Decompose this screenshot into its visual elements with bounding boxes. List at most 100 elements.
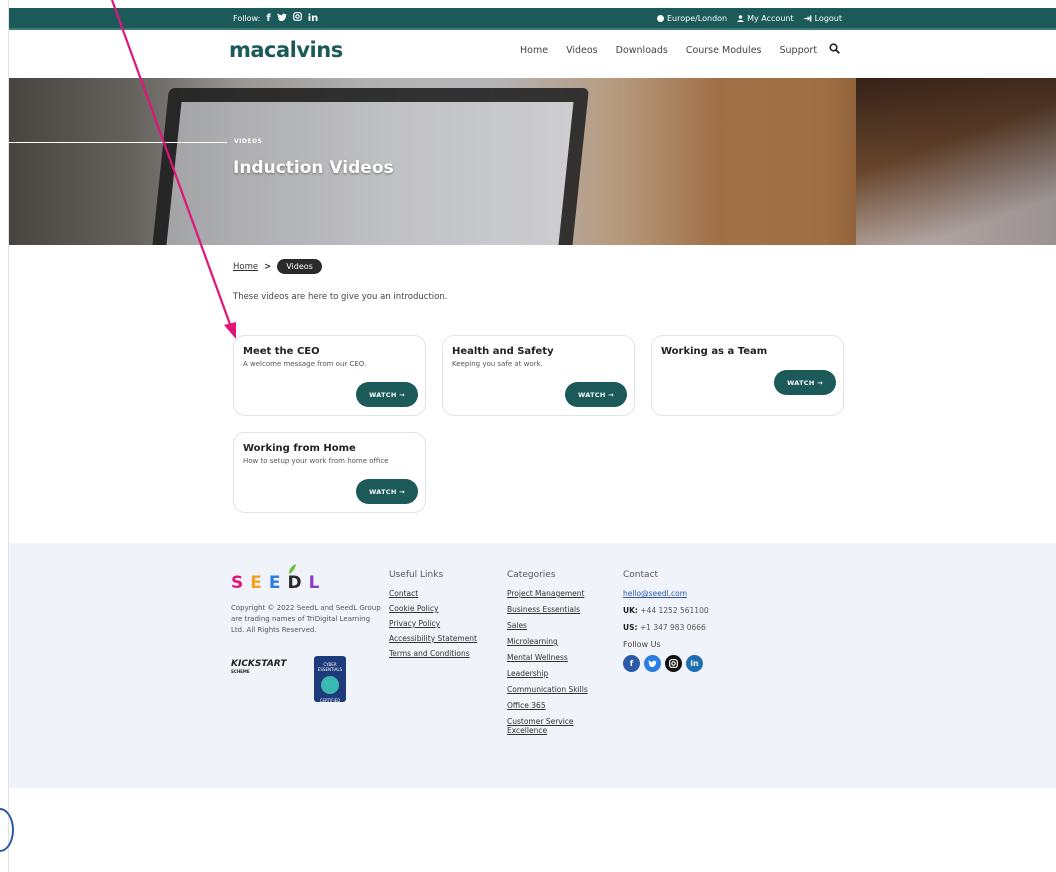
seedl-letter: E bbox=[268, 573, 288, 593]
contact-phone-uk[interactable]: UK: +44 1252 561100 bbox=[623, 606, 709, 615]
footer-heading: Contact bbox=[623, 570, 659, 580]
card-subtitle: Keeping you safe at work. bbox=[452, 360, 543, 368]
seedl-logo[interactable]: SEEDL bbox=[231, 573, 326, 593]
category-link[interactable]: Mental Wellness bbox=[507, 653, 607, 662]
instagram-icon[interactable] bbox=[292, 12, 302, 24]
card-subtitle: How to setup your work from home office bbox=[243, 457, 389, 465]
category-link[interactable]: Leadership bbox=[507, 669, 607, 678]
footer-link-contact[interactable]: Contact bbox=[389, 589, 477, 598]
cyber-essentials-certified: CERTIFIED bbox=[319, 698, 341, 703]
category-link[interactable]: Office 365 bbox=[507, 701, 607, 710]
category-link[interactable]: Sales bbox=[507, 621, 607, 630]
contact-email[interactable]: hello@seedl.com bbox=[623, 589, 709, 598]
seedl-letter: D bbox=[287, 573, 309, 593]
site-footer: SEEDL Copyright © 2022 SeedL and SeedL G… bbox=[9, 543, 1056, 788]
timezone-link[interactable]: Europe/London bbox=[656, 13, 728, 23]
linkedin-icon[interactable]: in bbox=[308, 13, 319, 24]
nav-videos[interactable]: Videos bbox=[566, 45, 598, 56]
checkmark-icon bbox=[321, 676, 339, 694]
logout-icon bbox=[803, 15, 812, 21]
breadcrumb-home[interactable]: Home bbox=[233, 262, 258, 272]
facebook-icon[interactable]: f bbox=[623, 655, 640, 672]
watch-button[interactable]: WATCH → bbox=[356, 382, 418, 407]
seedl-leaf-icon bbox=[289, 564, 296, 574]
nav-downloads[interactable]: Downloads bbox=[616, 45, 668, 56]
seedl-letter: S bbox=[231, 573, 251, 593]
phone-number: +1 347 983 0666 bbox=[639, 623, 706, 632]
linkedin-icon[interactable]: in bbox=[686, 655, 703, 672]
video-card-working-as-a-team: Working as a Team WATCH → bbox=[651, 335, 844, 416]
category-link[interactable]: Business Essentials bbox=[507, 605, 607, 614]
watch-button[interactable]: WATCH → bbox=[356, 479, 418, 504]
breadcrumb-current: Videos bbox=[277, 259, 322, 274]
timezone-label: Europe/London bbox=[666, 13, 728, 23]
page: Follow: f in Europe/London My Account Lo… bbox=[0, 0, 1056, 872]
footer-link-terms[interactable]: Terms and Conditions bbox=[389, 649, 477, 658]
follow-label: Follow: bbox=[233, 13, 261, 23]
footer-categories: Categories Project Management Business E… bbox=[507, 570, 607, 742]
hero-overlay bbox=[9, 78, 1056, 245]
footer-link-cookie-policy[interactable]: Cookie Policy bbox=[389, 604, 477, 613]
nav-course-modules[interactable]: Course Modules bbox=[686, 45, 762, 56]
user-icon bbox=[737, 14, 744, 22]
intro-text: These videos are here to give you an int… bbox=[233, 292, 448, 302]
watch-button[interactable]: WATCH → bbox=[774, 370, 836, 395]
cyber-essentials-title: CYBER ESSENTIALS bbox=[317, 662, 343, 672]
category-link[interactable]: Communication Skills bbox=[507, 685, 607, 694]
globe-icon bbox=[656, 14, 664, 22]
footer-heading: Categories bbox=[507, 570, 556, 580]
card-subtitle: A welcome message from our CEO. bbox=[243, 360, 367, 368]
hero-eyebrow: VIDEOS bbox=[234, 138, 263, 145]
category-link[interactable]: Microlearning bbox=[507, 637, 607, 646]
phone-label: UK: bbox=[623, 606, 638, 615]
hero-banner: VIDEOS Induction Videos bbox=[9, 78, 1056, 245]
nav-home[interactable]: Home bbox=[520, 45, 548, 56]
watch-button[interactable]: WATCH → bbox=[565, 382, 627, 407]
kickstart-subtitle: SCHEME bbox=[231, 669, 250, 674]
video-card-meet-the-ceo: Meet the CEO A welcome message from our … bbox=[233, 335, 426, 416]
category-link[interactable]: Project Management bbox=[507, 589, 607, 598]
instagram-icon[interactable] bbox=[665, 655, 682, 672]
follow-us-label: Follow Us bbox=[623, 640, 661, 649]
footer-link-accessibility[interactable]: Accessibility Statement bbox=[389, 634, 477, 643]
footer-link-privacy-policy[interactable]: Privacy Policy bbox=[389, 619, 477, 628]
footer-useful-links: Useful Links Contact Cookie Policy Priva… bbox=[389, 570, 477, 664]
footer-contact: Contact hello@seedl.com UK: +44 1252 561… bbox=[623, 570, 709, 672]
my-account-link[interactable]: My Account bbox=[737, 13, 794, 23]
contact-phone-us[interactable]: US: +1 347 983 0666 bbox=[623, 623, 709, 632]
logout-label: Logout bbox=[814, 13, 842, 23]
card-title: Meet the CEO bbox=[243, 346, 320, 357]
logout-link[interactable]: Logout bbox=[803, 13, 842, 23]
copyright-text: Copyright © 2022 SeedL and SeedL Group a… bbox=[231, 604, 381, 634]
left-window-edge bbox=[0, 0, 9, 872]
card-title: Health and Safety bbox=[452, 346, 554, 357]
site-logo[interactable]: macalvins bbox=[229, 38, 343, 62]
video-card-working-from-home: Working from Home How to setup your work… bbox=[233, 432, 426, 513]
kickstart-logo: KICKSTART SCHEME bbox=[231, 660, 286, 676]
footer-heading: Useful Links bbox=[389, 570, 444, 580]
main-nav: Home Videos Downloads Course Modules Sup… bbox=[520, 45, 817, 56]
card-title: Working from Home bbox=[243, 443, 356, 454]
page-title: Induction Videos bbox=[233, 158, 394, 178]
cyber-essentials-badge: CYBER ESSENTIALS CERTIFIED bbox=[314, 656, 346, 703]
phone-number: +44 1252 561100 bbox=[640, 606, 709, 615]
account-links: Europe/London My Account Logout bbox=[656, 13, 842, 23]
facebook-icon[interactable]: f bbox=[266, 13, 270, 24]
hero-divider-line bbox=[9, 142, 227, 143]
my-account-label: My Account bbox=[747, 13, 794, 23]
category-link[interactable]: Customer Service Excellence bbox=[507, 717, 607, 735]
left-bubble-outline bbox=[0, 808, 14, 852]
footer-social-icons: f in bbox=[623, 655, 709, 672]
twitter-icon[interactable] bbox=[644, 655, 661, 672]
breadcrumb: Home > Videos bbox=[233, 259, 322, 274]
follow-links: Follow: f in bbox=[233, 12, 318, 24]
card-title: Working as a Team bbox=[661, 346, 768, 357]
breadcrumb-separator: > bbox=[264, 261, 272, 272]
site-header: macalvins Home Videos Downloads Course M… bbox=[9, 30, 1056, 78]
seedl-letter: L bbox=[308, 573, 327, 593]
top-bar: Follow: f in Europe/London My Account Lo… bbox=[9, 8, 1056, 28]
twitter-icon[interactable] bbox=[276, 12, 287, 24]
phone-label: US: bbox=[623, 623, 638, 632]
nav-support[interactable]: Support bbox=[780, 45, 818, 56]
search-icon[interactable] bbox=[829, 43, 840, 54]
